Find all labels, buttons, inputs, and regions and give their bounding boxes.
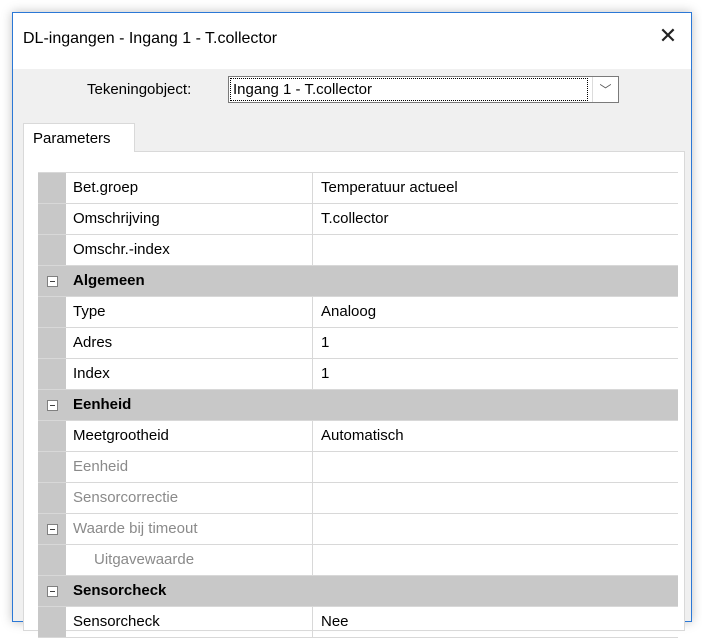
dialog-window: DL-ingangen - Ingang 1 - T.collector ✕ T… [12, 12, 692, 638]
drawing-object-row: Tekeningobject: Ingang 1 - T.collector ﹀ [13, 70, 691, 108]
property-name: Bet.groep [66, 173, 313, 203]
row-gutter [38, 607, 66, 637]
property-row-disabled: Sensorcorrectie [38, 483, 678, 514]
property-value[interactable]: 1 [313, 328, 678, 358]
property-value[interactable]: T.collector [313, 204, 678, 234]
property-row[interactable]: Omschrijving T.collector [38, 204, 678, 235]
property-row[interactable]: Type Analoog [38, 297, 678, 328]
group-toggle[interactable] [38, 266, 66, 296]
property-name: Omschr.-index [66, 235, 313, 265]
property-row[interactable]: Sensorcheck Nee [38, 607, 678, 638]
tab-parameters[interactable]: Parameters [23, 123, 135, 152]
group-row-sensorcheck[interactable]: Sensorcheck [38, 576, 678, 607]
group-toggle[interactable] [38, 514, 66, 544]
property-value [313, 483, 678, 513]
drawing-object-select[interactable]: Ingang 1 - T.collector ﹀ [228, 76, 619, 103]
property-name: Eenheid [66, 452, 313, 482]
property-name: Omschrijving [66, 204, 313, 234]
property-row[interactable]: Bet.groep Temperatuur actueel [38, 173, 678, 204]
property-value[interactable]: Automatisch [313, 421, 678, 451]
property-value[interactable]: 1 [313, 359, 678, 389]
property-value [313, 514, 678, 544]
property-name: Uitgavewaarde [66, 545, 313, 575]
property-value[interactable] [313, 235, 678, 265]
property-row-disabled: Eenheid [38, 452, 678, 483]
property-name: Meetgrootheid [66, 421, 313, 451]
row-gutter [38, 235, 66, 265]
minus-box-icon[interactable] [46, 399, 58, 411]
group-label: Sensorcheck [73, 582, 167, 599]
subgroup-label: Waarde bij timeout [73, 520, 198, 537]
drawing-object-value: Ingang 1 - T.collector [230, 78, 588, 101]
row-gutter [38, 297, 66, 327]
group-row-algemeen[interactable]: Algemeen [38, 266, 678, 297]
row-gutter [38, 204, 66, 234]
property-name: Index [66, 359, 313, 389]
property-value[interactable]: Nee [313, 607, 678, 637]
property-value [313, 545, 678, 575]
row-gutter [38, 328, 66, 358]
property-row[interactable]: Adres 1 [38, 328, 678, 359]
row-gutter [38, 483, 66, 513]
close-icon[interactable]: ✕ [655, 21, 681, 51]
property-value[interactable]: Analoog [313, 297, 678, 327]
property-row[interactable]: Index 1 [38, 359, 678, 390]
minus-box-icon[interactable] [46, 523, 58, 535]
parameters-panel: Bet.groep Temperatuur actueel Omschrijvi… [23, 151, 685, 638]
group-row-eenheid[interactable]: Eenheid [38, 390, 678, 421]
property-name: Adres [66, 328, 313, 358]
property-name: Waarde bij timeout [66, 514, 313, 544]
dialog-title: DL-ingangen - Ingang 1 - T.collector [23, 30, 278, 47]
subgroup-row-timeout[interactable]: Waarde bij timeout [38, 514, 678, 545]
row-gutter [38, 173, 66, 203]
minus-box-icon[interactable] [46, 585, 58, 597]
property-name: Type [66, 297, 313, 327]
group-label: Algemeen [73, 272, 145, 289]
drawing-object-label: Tekeningobject: [87, 81, 192, 98]
row-gutter [38, 545, 66, 575]
property-grid: Bet.groep Temperatuur actueel Omschrijvi… [38, 172, 678, 638]
group-label: Eenheid [73, 396, 132, 413]
row-gutter [38, 452, 66, 482]
property-value [313, 452, 678, 482]
property-name: Sensorcheck [66, 607, 313, 637]
group-toggle[interactable] [38, 576, 66, 606]
property-name: Sensorcorrectie [66, 483, 313, 513]
property-row[interactable]: Meetgrootheid Automatisch [38, 421, 678, 452]
group-toggle[interactable] [38, 390, 66, 420]
title-bar: DL-ingangen - Ingang 1 - T.collector ✕ [13, 13, 691, 69]
property-row[interactable]: Omschr.-index [38, 235, 678, 266]
property-value[interactable]: Temperatuur actueel [313, 173, 678, 203]
minus-box-icon[interactable] [46, 275, 58, 287]
row-gutter [38, 359, 66, 389]
chevron-down-icon[interactable]: ﹀ [592, 77, 618, 102]
property-row-disabled: Uitgavewaarde [38, 545, 678, 576]
row-gutter [38, 421, 66, 451]
